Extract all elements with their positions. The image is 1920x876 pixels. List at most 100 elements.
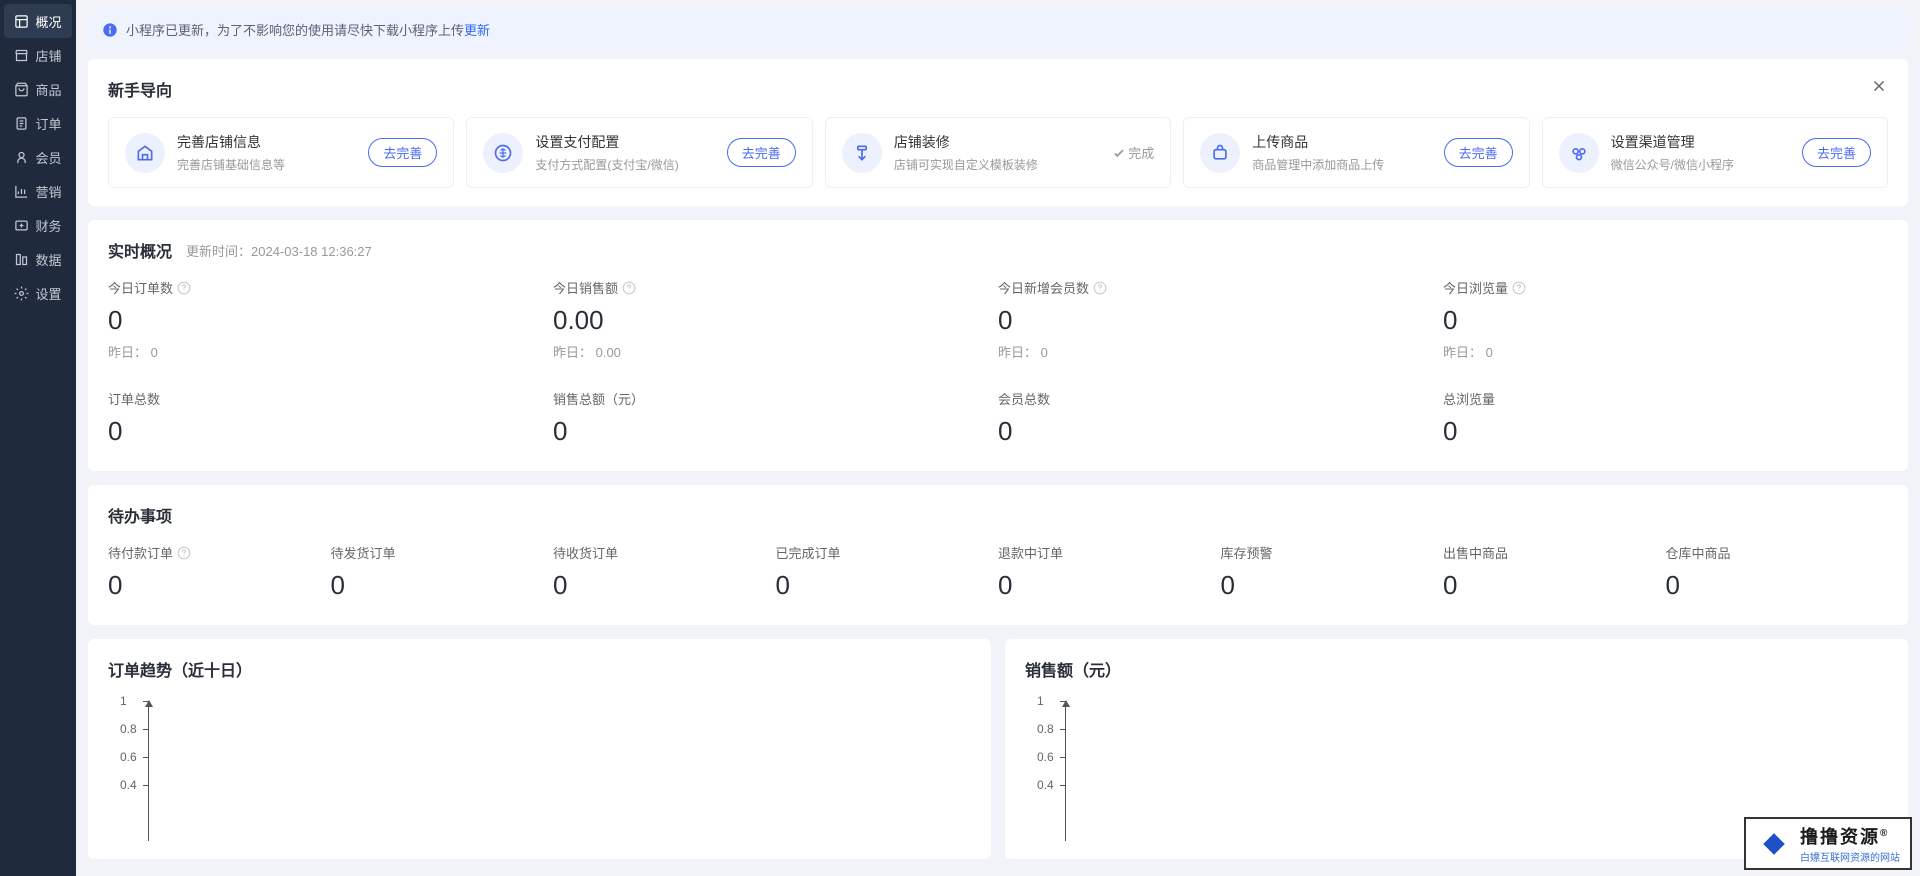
guide-card: 新手导向 完善店铺信息 完善店铺基础信息等 去完善 设置支付配置 支付方式配置(… (88, 59, 1908, 206)
realtime-card: 实时概况 更新时间：2024-03-18 12:36:27 今日订单数 0 昨日… (88, 220, 1908, 471)
todo-item: 待发货订单 0 (331, 543, 554, 607)
todo-item: 待付款订单 0 (108, 543, 331, 607)
user-icon (14, 150, 29, 165)
todo-value: 0 (108, 570, 331, 601)
todo-value: 0 (1221, 570, 1444, 601)
nav-data[interactable]: 数据 (0, 242, 76, 276)
guide-item-desc: 店铺可实现自定义模板装修 (894, 156, 1100, 173)
guide-icon (125, 133, 165, 173)
todo-value: 0 (553, 570, 776, 601)
guide-item-desc: 支付方式配置(支付宝/微信) (535, 156, 714, 173)
stat-label: 总浏览量 (1443, 389, 1888, 408)
nav-label: 订单 (35, 114, 61, 133)
sidebar: 概况 店铺 商品 订单 会员 营销 财务 数据 (0, 0, 76, 876)
data-icon (14, 252, 29, 267)
nav-label: 营销 (35, 182, 61, 201)
money-icon (14, 218, 29, 233)
stat-label: 今日订单数 (108, 278, 553, 297)
stat-label: 订单总数 (108, 389, 553, 408)
todo-label: 待发货订单 (331, 543, 554, 562)
guide-close-button[interactable] (1870, 77, 1888, 101)
help-icon (1093, 281, 1107, 295)
dashboard-icon (14, 14, 29, 29)
todo-item: 出售中商品 0 (1443, 543, 1666, 607)
todo-value: 0 (1443, 570, 1666, 601)
nav-marketing[interactable]: 营销 (0, 174, 76, 208)
watermark-title: 撸撸资源® (1800, 823, 1900, 849)
guide-item-desc: 微信公众号/微信小程序 (1611, 156, 1790, 173)
sales-title: 销售额（元） (1025, 657, 1888, 681)
guide-icon (483, 133, 523, 173)
guide-item-title: 店铺装修 (894, 132, 1100, 152)
nav-label: 商品 (35, 80, 61, 99)
guide-item-desc: 完善店铺基础信息等 (177, 156, 356, 173)
guide-item: 店铺装修 店铺可实现自定义模板装修 完成 (825, 117, 1171, 188)
todo-label: 出售中商品 (1443, 543, 1666, 562)
stat-value: 0 (1443, 305, 1888, 336)
help-icon (622, 281, 636, 295)
todo-label: 已完成订单 (776, 543, 999, 562)
todo-item: 退款中订单 0 (998, 543, 1221, 607)
stat-sub: 昨日： 0.00 (553, 342, 998, 361)
todo-item: 库存预警 0 (1221, 543, 1444, 607)
notice-text: 小程序已更新，为了不影响您的使用请尽快下载小程序上传更新 (126, 20, 490, 39)
nav-goods[interactable]: 商品 (0, 72, 76, 106)
watermark-logo-icon (1756, 826, 1792, 862)
stat-label: 今日浏览量 (1443, 278, 1888, 297)
stat-value: 0 (998, 416, 1443, 447)
stat-value: 0 (998, 305, 1443, 336)
guide-title: 新手导向 (108, 77, 172, 101)
nav-shop[interactable]: 店铺 (0, 38, 76, 72)
stat-label: 会员总数 (998, 389, 1443, 408)
nav-member[interactable]: 会员 (0, 140, 76, 174)
todo-value: 0 (1666, 570, 1889, 601)
stat-item: 订单总数 0 (108, 389, 553, 453)
order-trend-card: 订单趋势（近十日） 0.40.60.81 (88, 639, 991, 859)
notice-link[interactable]: 更新 (464, 23, 490, 38)
stat-sub: 昨日： 0 (108, 342, 553, 361)
guide-item: 上传商品 商品管理中添加商品上传 去完善 (1183, 117, 1529, 188)
guide-item: 完善店铺信息 完善店铺基础信息等 去完善 (108, 117, 454, 188)
todo-card: 待办事项 待付款订单 0 待发货订单 0 待收货订单 0 已完成订单 0 退款中… (88, 485, 1908, 625)
guide-action-button[interactable]: 去完善 (368, 138, 437, 167)
guide-item-title: 设置支付配置 (535, 132, 714, 152)
order-icon (14, 116, 29, 131)
stat-item: 销售总额（元） 0 (553, 389, 998, 453)
order-trend-chart: 0.40.60.81 (128, 701, 971, 841)
guide-icon (1200, 133, 1240, 173)
todo-value: 0 (331, 570, 554, 601)
help-icon (1512, 281, 1526, 295)
gear-icon (14, 286, 29, 301)
realtime-update: 更新时间：2024-03-18 12:36:27 (186, 241, 372, 260)
guide-item-desc: 商品管理中添加商品上传 (1252, 156, 1431, 173)
order-trend-title: 订单趋势（近十日） (108, 657, 971, 681)
guide-item: 设置渠道管理 微信公众号/微信小程序 去完善 (1542, 117, 1888, 188)
guide-item-title: 完善店铺信息 (177, 132, 356, 152)
chart-icon (14, 184, 29, 199)
guide-action-button[interactable]: 去完善 (1444, 138, 1513, 167)
todo-label: 仓库中商品 (1666, 543, 1889, 562)
close-icon (1870, 77, 1888, 95)
guide-item: 设置支付配置 支付方式配置(支付宝/微信) 去完善 (466, 117, 812, 188)
watermark-subtitle: 白嫖互联网资源的网站 (1800, 849, 1900, 864)
info-icon (102, 22, 118, 38)
guide-action-button[interactable]: 去完善 (1802, 138, 1871, 167)
stat-value: 0.00 (553, 305, 998, 336)
todo-label: 退款中订单 (998, 543, 1221, 562)
nav-order[interactable]: 订单 (0, 106, 76, 140)
stat-item: 今日订单数 0 昨日： 0 (108, 278, 553, 361)
nav-label: 概况 (35, 12, 61, 31)
nav-settings[interactable]: 设置 (0, 276, 76, 310)
nav-finance[interactable]: 财务 (0, 208, 76, 242)
stat-value: 0 (108, 305, 553, 336)
stat-value: 0 (108, 416, 553, 447)
nav-label: 财务 (35, 216, 61, 235)
nav-label: 设置 (35, 284, 61, 303)
stat-value: 0 (553, 416, 998, 447)
nav-overview[interactable]: 概况 (4, 4, 72, 38)
todo-label: 待收货订单 (553, 543, 776, 562)
guide-item-title: 设置渠道管理 (1611, 132, 1790, 152)
guide-action-button[interactable]: 去完善 (727, 138, 796, 167)
help-icon (177, 546, 191, 560)
guide-item-title: 上传商品 (1252, 132, 1431, 152)
